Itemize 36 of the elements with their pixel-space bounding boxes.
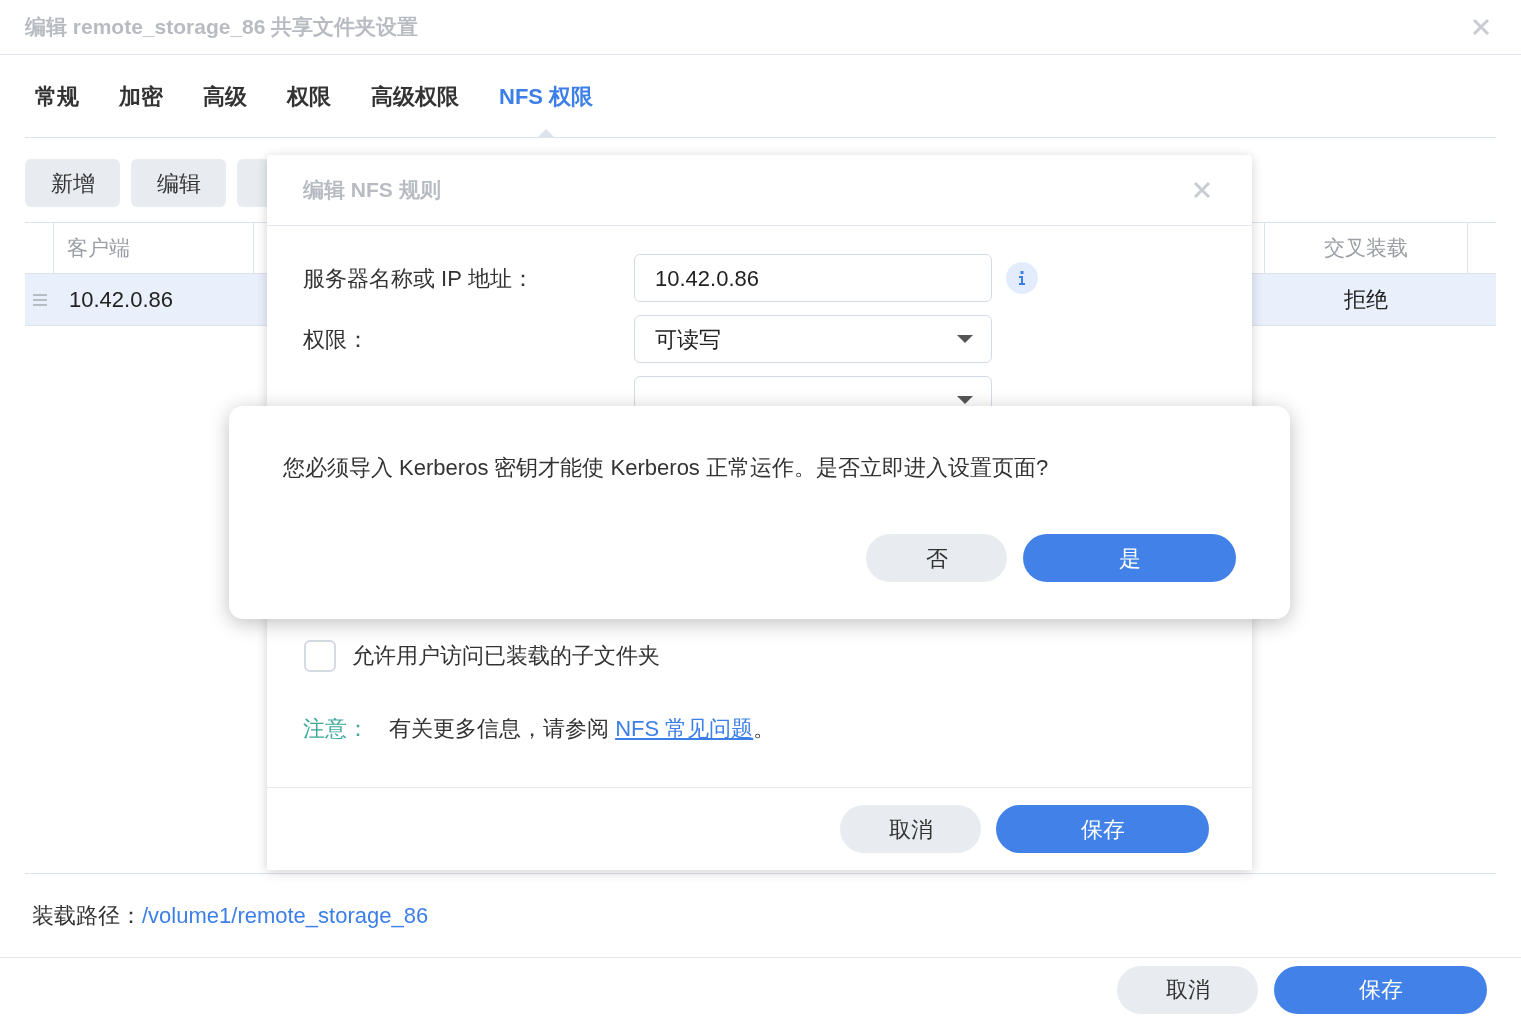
caret-icon [957,396,973,404]
note-label: 注意： [303,715,369,743]
checkbox-label: 允许用户访问已装载的子文件夹 [352,642,660,670]
info-icon[interactable] [1006,262,1038,294]
dropdown[interactable]: 可读写 [634,315,992,363]
table-cell-text: 拒绝 [1343,286,1389,314]
mount-path-label: 装载路径： [32,902,142,930]
tab[interactable]: NFS 权限 [489,55,604,137]
faq-link[interactable]: NFS 常见问题 [615,716,754,741]
mount-path-link[interactable]: /volume1/remote_storage_86 [142,899,429,932]
tab[interactable]: 权限 [277,55,341,137]
primary-button[interactable]: 是 [1023,534,1236,582]
field-label: 服务器名称或 IP 地址： [303,264,535,293]
dialog-title: 编辑 NFS 规则 [303,177,441,204]
toolbar-button[interactable]: 新增 [25,159,120,207]
note-text: 有关更多信息，请参阅 NFS 常见问题。 [389,715,776,743]
tab[interactable]: 常规 [25,55,89,137]
primary-button[interactable]: 保存 [996,805,1209,853]
secondary-button[interactable]: 取消 [840,805,981,853]
table-cell-text: 10.42.0.86 [68,286,174,314]
tab[interactable]: 高级 [193,55,257,137]
confirm-message: 您必须导入 Kerberos 密钥才能使 Kerberos 正常运作。是否立即进入设置页面? [282,454,1050,482]
primary-button[interactable]: 保存 [1274,965,1487,1014]
drag-handle-icon[interactable] [32,293,47,306]
checkbox[interactable] [304,639,336,672]
field-label: 权限： [303,325,370,354]
tab[interactable]: 高级权限 [361,55,469,137]
caret-icon [957,335,973,343]
toolbar-button[interactable]: 编辑 [131,159,226,207]
close-icon[interactable] [1192,180,1212,200]
input-field[interactable]: 10.42.0.86 [634,254,992,302]
tab[interactable]: 加密 [109,55,173,137]
secondary-button[interactable]: 取消 [1117,965,1258,1014]
close-icon[interactable] [1471,17,1491,37]
window-title: 编辑 remote_storage_86 共享文件夹设置 [25,14,419,41]
secondary-button[interactable]: 否 [866,534,1007,582]
